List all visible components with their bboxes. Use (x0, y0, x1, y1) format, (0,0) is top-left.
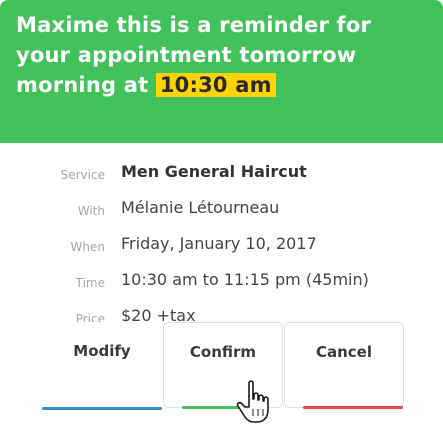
detail-row-with: With Mélanie Létourneau (0, 196, 443, 232)
when-value: Friday, January 10, 2017 (121, 234, 317, 253)
cancel-button-label: Cancel (315, 343, 372, 361)
detail-row-when: When Friday, January 10, 2017 (0, 232, 443, 268)
time-value: 10:30 am to 11:15 pm (45min) (121, 270, 369, 289)
hand-pointer-icon (236, 380, 269, 423)
cancel-accent-bar (303, 406, 403, 409)
service-value: Men General Haircut (121, 162, 307, 181)
with-label: With (77, 204, 105, 218)
modify-button-label: Modify (73, 342, 131, 360)
action-buttons: Modify Confirm Cancel (0, 322, 443, 412)
appointment-time-highlight: 10:30 am (155, 73, 276, 97)
with-value: Mélanie Létourneau (121, 198, 280, 217)
appointment-details: Service Men General Haircut With Mélanie… (0, 160, 443, 340)
service-label: Service (60, 168, 105, 182)
modify-accent-bar (42, 407, 162, 410)
reminder-message: Maxime this is a reminder for your appoi… (16, 10, 427, 100)
detail-row-time: Time 10:30 am to 11:15 pm (45min) (0, 268, 443, 304)
modify-button[interactable]: Modify (42, 322, 162, 410)
cancel-button[interactable]: Cancel (284, 322, 404, 409)
when-label: When (70, 240, 105, 254)
confirm-button-label: Confirm (189, 343, 257, 361)
detail-row-service: Service Men General Haircut (0, 160, 443, 196)
time-label: Time (75, 276, 105, 290)
reminder-banner: Maxime this is a reminder for your appoi… (0, 0, 443, 143)
